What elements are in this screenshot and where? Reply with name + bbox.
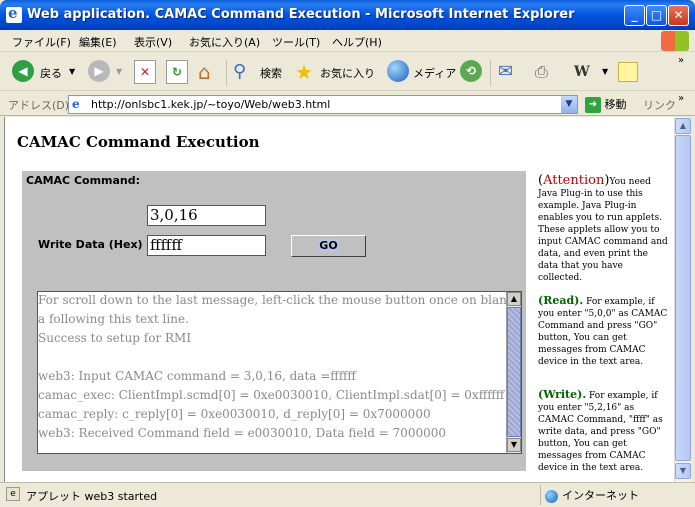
edit-dropdown-icon[interactable]: ▼ (602, 67, 608, 76)
forward-arrow-icon: ▶ (88, 60, 110, 82)
back-dropdown-icon[interactable]: ▼ (69, 67, 75, 76)
output-line: a following this text line. (38, 312, 189, 326)
favorites-star-icon[interactable]: ★ (295, 60, 317, 84)
forward-dropdown-icon[interactable]: ▼ (116, 67, 122, 76)
back-label: 戻る (40, 67, 62, 80)
edit-icon[interactable]: W (574, 60, 596, 84)
address-input[interactable]: e http://onlsbc1.kek.jp/~toyo/Web/web3.h… (68, 95, 578, 114)
go-applet-button[interactable]: GO (291, 235, 366, 257)
stop-button[interactable]: ✕ (134, 60, 156, 84)
page-scrollbar[interactable]: ▲ ▼ (674, 117, 691, 482)
scroll-down-icon[interactable]: ▼ (507, 438, 521, 452)
attention-word: Attention (543, 173, 605, 188)
write-data-label: Write Data (Hex) : (38, 238, 151, 251)
page-scroll-thumb[interactable] (675, 135, 691, 461)
history-icon[interactable]: ⟲ (460, 60, 482, 84)
media-icon[interactable] (387, 60, 409, 84)
output-textarea[interactable]: For scroll down to the last message, lef… (37, 291, 522, 454)
go-button[interactable]: ➜ 移動 (585, 96, 627, 113)
back-arrow-icon: ◀ (12, 60, 34, 82)
output-line: Success to setup for RMI (38, 331, 192, 345)
mail-icon[interactable]: ✉ (498, 60, 524, 84)
links-overflow-icon[interactable]: » (678, 93, 684, 104)
read-text: For example, if you enter "5,0,0" as CAM… (538, 297, 668, 367)
scroll-up-icon[interactable]: ▲ (507, 292, 521, 306)
attention-text: You need Java Plug-in to use this exampl… (538, 177, 668, 283)
page-scroll-up-icon[interactable]: ▲ (675, 118, 691, 134)
status-divider (540, 485, 541, 505)
write-text: For example, if you enter "5,2,16" as CA… (538, 391, 663, 473)
address-label: アドレス(D) (8, 99, 70, 112)
status-text: アプレット web3 started (26, 490, 158, 503)
address-url: http://onlsbc1.kek.jp/~toyo/Web/web3.htm… (91, 98, 331, 111)
go-label: 移動 (604, 98, 627, 111)
toolbar-separator (226, 60, 227, 86)
toolbar-overflow-icon[interactable]: » (678, 55, 684, 66)
menu-help[interactable]: ヘルプ(H) (332, 34, 382, 50)
address-dropdown-icon[interactable]: ▼ (561, 96, 577, 113)
camac-applet: CAMAC Command: 3,0,16 Write Data (Hex) :… (22, 171, 526, 471)
write-data-input[interactable]: ffffff (147, 235, 266, 256)
output-line: web3: Input CAMAC command = 3,0,16, data… (38, 369, 356, 383)
menu-favorites[interactable]: お気に入り(A) (189, 34, 260, 50)
print-icon[interactable]: ⎙ (535, 60, 559, 84)
title-bar: Web application. CAMAC Command Execution… (0, 0, 695, 30)
attention-note: (Attention)You need Java Plug-in to use … (538, 173, 668, 283)
back-button[interactable]: ◀ (12, 60, 34, 84)
favorites-label[interactable]: お気に入り (320, 65, 375, 81)
toolbar: ◀ 戻る ▼ ▶ ▼ ✕ ↻ ⌂ ⚲ 検索 ★ お気に入り メディア ⟲ ✉ ⎙… (0, 53, 695, 91)
ie-icon (6, 4, 22, 23)
output-line: camac_reply: c_reply[0] = 0xe0030010, d_… (38, 407, 431, 421)
page-content: CAMAC Command Execution CAMAC Command: 3… (4, 117, 674, 482)
menu-edit[interactable]: 編集(E) (79, 34, 117, 50)
home-button[interactable]: ⌂ (198, 60, 222, 84)
refresh-button[interactable]: ↻ (166, 60, 188, 84)
write-title: (Write). (538, 388, 587, 401)
applet-status-icon: e (6, 487, 20, 501)
page-title: CAMAC Command Execution (17, 133, 260, 151)
go-arrow-icon: ➜ (585, 97, 601, 113)
page-scroll-down-icon[interactable]: ▼ (675, 463, 691, 479)
window-title: Web application. CAMAC Command Execution… (27, 7, 575, 22)
output-line: web3: Received Command field = e0030010,… (38, 426, 447, 440)
maximize-button[interactable]: □ (646, 5, 667, 26)
status-bar: e アプレット web3 started インターネット (0, 482, 695, 507)
write-note: (Write). For example, if you enter "5,2,… (538, 389, 668, 474)
menu-file[interactable]: ファイル(F) (12, 34, 71, 50)
command-input[interactable]: 3,0,16 (147, 205, 266, 226)
menu-tools[interactable]: ツール(T) (272, 34, 320, 50)
output-line: For scroll down to the last message, lef… (38, 293, 522, 307)
read-note: (Read). For example, if you enter "5,0,0… (538, 295, 668, 368)
output-line: camac_exec: ClientImpl.scmd[0] = 0xe0030… (38, 388, 505, 402)
close-button[interactable]: ✕ (668, 5, 689, 26)
windows-logo-icon (661, 31, 689, 51)
page-icon: e (72, 97, 80, 111)
textarea-scroll-thumb[interactable] (507, 307, 521, 437)
search-label[interactable]: 検索 (260, 65, 282, 81)
menu-bar: ファイル(F) 編集(E) 表示(V) お気に入り(A) ツール(T) ヘルプ(… (0, 30, 695, 52)
menu-view[interactable]: 表示(V) (134, 34, 172, 50)
applet-heading: CAMAC Command: (26, 174, 141, 187)
textarea-scrollbar[interactable]: ▲ ▼ (506, 292, 521, 453)
address-bar: アドレス(D) e http://onlsbc1.kek.jp/~toyo/We… (0, 92, 695, 116)
read-title: (Read). (538, 294, 584, 307)
globe-icon (545, 489, 558, 503)
toolbar-separator (490, 60, 491, 86)
search-icon[interactable]: ⚲ (233, 60, 255, 84)
security-zone: インターネット (545, 487, 639, 503)
messenger-icon[interactable] (618, 62, 638, 82)
forward-button[interactable]: ▶ (88, 60, 110, 84)
links-label[interactable]: リンク (643, 97, 676, 113)
media-label[interactable]: メディア (413, 65, 456, 81)
minimize-button[interactable]: _ (624, 5, 645, 26)
